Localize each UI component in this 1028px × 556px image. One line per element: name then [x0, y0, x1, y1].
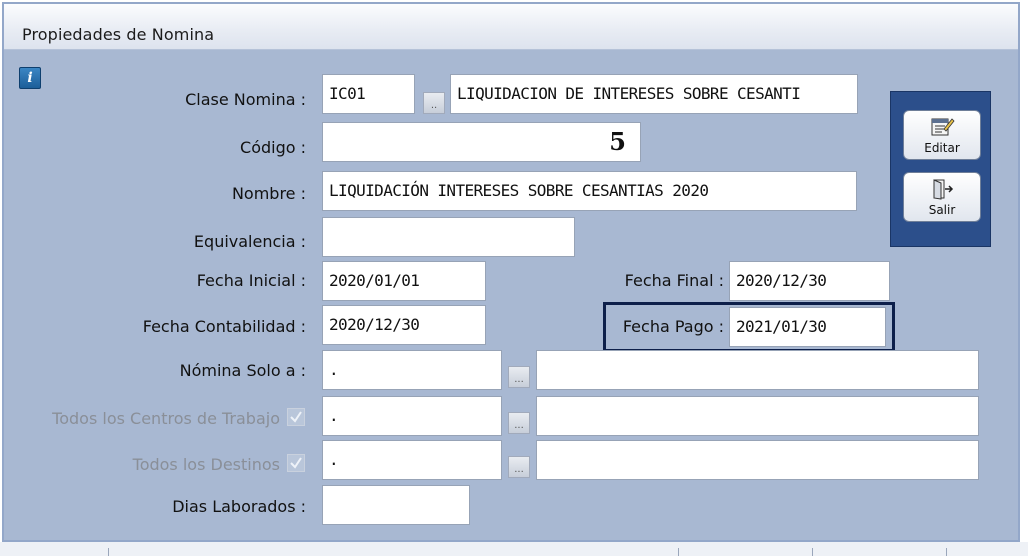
- fecha-final-input[interactable]: 2020/12/30: [729, 261, 890, 301]
- nomina-solo-a-lookup-button[interactable]: ...: [508, 366, 530, 388]
- fecha-contabilidad-input[interactable]: 2020/12/30: [322, 305, 486, 345]
- dias-laborados-input[interactable]: [322, 485, 470, 525]
- todos-destinos-code-input[interactable]: .: [322, 440, 502, 480]
- nombre-label: Nombre :: [231, 184, 306, 203]
- nomina-solo-a-label: Nómina Solo a :: [179, 361, 306, 380]
- codigo-input[interactable]: 5: [322, 122, 641, 162]
- clase-nomina-description-input[interactable]: LIQUIDACION DE INTERESES SOBRE CESANTI: [450, 74, 858, 114]
- info-icon[interactable]: i: [19, 67, 41, 89]
- todos-centros-lookup-button[interactable]: ...: [508, 412, 530, 434]
- todos-centros-description-input[interactable]: [536, 396, 979, 436]
- todos-centros-code-input[interactable]: .: [322, 396, 502, 436]
- checkmark-icon: [290, 411, 302, 423]
- window-title: Propiedades de Nomina: [22, 25, 215, 44]
- equivalencia-input[interactable]: [322, 217, 575, 257]
- todos-destinos-label: Todos los Destinos: [132, 455, 280, 474]
- clase-nomina-code-input[interactable]: IC01: [322, 74, 415, 114]
- nombre-input[interactable]: LIQUIDACIÓN INTERESES SOBRE CESANTIAS 20…: [322, 171, 857, 211]
- salir-button-label: Salir: [928, 203, 956, 217]
- clase-nomina-lookup-button[interactable]: ..: [423, 92, 445, 114]
- actions-panel: Editar Salir: [890, 91, 991, 247]
- clase-nomina-label: Clase Nomina :: [185, 90, 306, 109]
- fecha-contabilidad-label: Fecha Contabilidad :: [142, 317, 306, 336]
- exit-door-icon: [933, 179, 954, 200]
- fecha-pago-label: Fecha Pago :: [622, 317, 724, 336]
- fecha-final-label: Fecha Final :: [624, 271, 724, 290]
- status-strip: [0, 542, 1028, 556]
- todos-centros-checkbox[interactable]: [287, 408, 305, 426]
- properties-window: Propiedades de Nomina i Clase Nomina : I…: [2, 2, 1020, 542]
- editar-button[interactable]: Editar: [903, 110, 981, 160]
- checkmark-icon: [290, 457, 302, 469]
- salir-button[interactable]: Salir: [903, 172, 981, 222]
- fecha-inicial-label: Fecha Inicial :: [196, 271, 306, 290]
- todos-destinos-lookup-button[interactable]: ...: [508, 456, 530, 478]
- fecha-inicial-input[interactable]: 2020/01/01: [322, 261, 486, 301]
- equivalencia-label: Equivalencia :: [193, 232, 306, 251]
- nomina-solo-a-description-input[interactable]: [536, 350, 979, 390]
- codigo-label: Código :: [240, 138, 306, 157]
- editar-button-label: Editar: [924, 141, 960, 155]
- todos-destinos-description-input[interactable]: [536, 440, 979, 480]
- todos-centros-label: Todos los Centros de Trabajo: [52, 409, 280, 428]
- nomina-solo-a-code-input[interactable]: .: [322, 350, 502, 390]
- title-bar: Propiedades de Nomina: [4, 4, 1018, 50]
- dias-laborados-label: Dias Laborados :: [172, 497, 306, 516]
- todos-destinos-checkbox[interactable]: [287, 454, 305, 472]
- edit-form-icon: [931, 118, 955, 136]
- fecha-pago-input[interactable]: 2021/01/30: [729, 307, 886, 347]
